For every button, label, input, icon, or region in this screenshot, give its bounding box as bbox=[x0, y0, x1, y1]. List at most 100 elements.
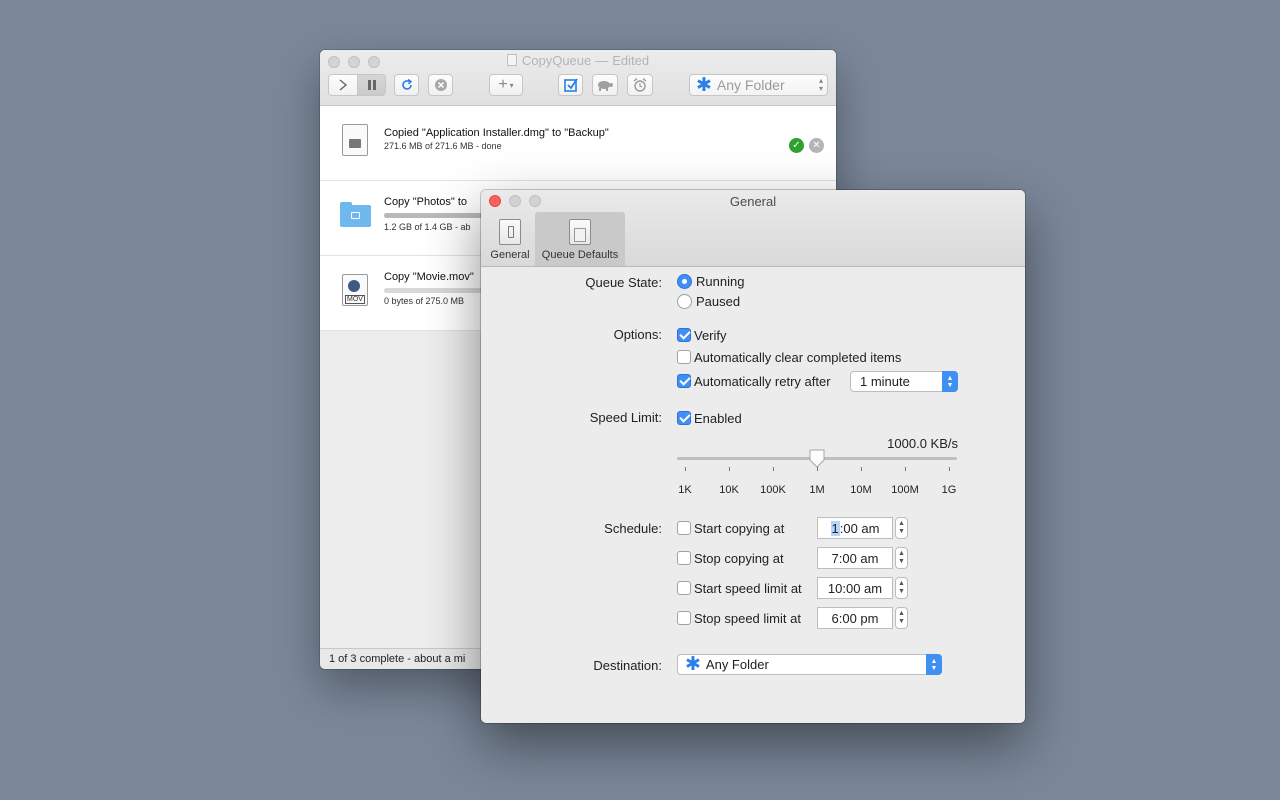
tab-general[interactable]: General bbox=[485, 212, 535, 266]
auto-clear-checkbox[interactable] bbox=[677, 350, 691, 364]
start-speed-limit-label[interactable]: Start speed limit at bbox=[694, 581, 802, 596]
pause-icon bbox=[367, 80, 376, 90]
cancel-icon bbox=[434, 79, 447, 91]
speed-limit-enabled-checkbox[interactable] bbox=[677, 411, 691, 425]
options-label: Options: bbox=[613, 327, 662, 342]
stop-speed-limit-checkbox[interactable] bbox=[677, 611, 691, 625]
asterisk-icon: ✱ bbox=[685, 654, 701, 675]
window-title-edited: Edited bbox=[612, 53, 650, 68]
tab-queue-defaults[interactable]: Queue Defaults bbox=[535, 212, 625, 266]
stop-speed-limit-time-field[interactable]: 6:00 pm bbox=[817, 607, 893, 629]
slider-tick bbox=[949, 467, 950, 471]
destination-select[interactable]: ✱ Any Folder ▲ ▼ bbox=[677, 654, 942, 675]
start-copying-hour: 1 bbox=[830, 520, 840, 536]
speed-limit-label: Speed Limit: bbox=[589, 410, 662, 425]
start-copying-time-field[interactable]: 1:00 am bbox=[817, 517, 893, 539]
speed-limit-button[interactable] bbox=[592, 74, 618, 96]
tab-queue-defaults-label: Queue Defaults bbox=[541, 249, 619, 261]
cancel-button[interactable] bbox=[428, 74, 453, 96]
play-button[interactable] bbox=[329, 75, 357, 95]
start-speed-limit-time-field[interactable]: 10:00 am bbox=[817, 577, 893, 599]
start-copying-stepper[interactable]: ▲ ▼ bbox=[895, 517, 908, 539]
updown-icon: ▴ ▾ bbox=[818, 76, 823, 93]
folder-filter-select[interactable]: ✱ Any Folder ▴ ▾ bbox=[689, 74, 828, 96]
pause-button[interactable] bbox=[357, 75, 385, 95]
verify-label[interactable]: Verify bbox=[694, 328, 727, 343]
updown-icon: ▲ ▼ bbox=[942, 371, 958, 392]
stop-copying-checkbox[interactable] bbox=[677, 551, 691, 565]
start-speed-limit-stepper[interactable]: ▲ ▼ bbox=[895, 577, 908, 599]
folder-icon bbox=[340, 202, 371, 227]
queue-item-title: Copy "Photos" to bbox=[384, 196, 468, 208]
slider-tick-label: 10K bbox=[719, 484, 739, 496]
main-titlebar: CopyQueue — Edited + ▾ ✱ Any Folder ▴ ▾ bbox=[320, 50, 836, 106]
add-menu-button[interactable]: + ▾ bbox=[489, 74, 523, 96]
start-copying-time-rest: :00 am bbox=[839, 520, 880, 536]
destination-value: Any Folder bbox=[705, 657, 769, 672]
start-copying-label[interactable]: Start copying at bbox=[694, 521, 784, 536]
stop-copying-time-field[interactable]: 7:00 am bbox=[817, 547, 893, 569]
speed-limit-value: 1000.0 KB/s bbox=[887, 436, 958, 451]
chevron-right-icon bbox=[339, 79, 348, 91]
speed-limit-slider-knob[interactable] bbox=[809, 449, 825, 468]
stop-copying-label[interactable]: Stop copying at bbox=[694, 551, 784, 566]
retry-interval-select[interactable]: 1 minute ▲ ▼ bbox=[850, 371, 958, 392]
queue-item-title: Copy "Movie.mov" bbox=[384, 271, 474, 283]
schedule-button[interactable] bbox=[627, 74, 653, 96]
slider-tick bbox=[861, 467, 862, 471]
running-label[interactable]: Running bbox=[696, 274, 744, 289]
folder-filter-value: Any Folder bbox=[716, 77, 785, 93]
stop-speed-limit-stepper[interactable]: ▲ ▼ bbox=[895, 607, 908, 629]
preferences-title: General bbox=[729, 194, 777, 209]
preferences-window: General General Queue Defaults Queue Sta… bbox=[481, 190, 1025, 723]
slider-tick-label: 1K bbox=[678, 484, 692, 496]
updown-icon: ▲ ▼ bbox=[926, 654, 942, 675]
paused-radio[interactable] bbox=[677, 294, 692, 309]
paused-label[interactable]: Paused bbox=[696, 294, 740, 309]
auto-clear-label[interactable]: Automatically clear completed items bbox=[694, 350, 901, 365]
remove-item-button[interactable]: ✕ bbox=[809, 138, 824, 153]
queue-item-subtitle: 0 bytes of 275.0 MB bbox=[384, 296, 465, 306]
refresh-button[interactable] bbox=[394, 74, 419, 96]
verify-checkbox[interactable] bbox=[677, 328, 691, 342]
asterisk-icon: ✱ bbox=[696, 74, 712, 96]
turtle-icon bbox=[598, 81, 613, 91]
slider-tick-label: 100K bbox=[760, 484, 786, 496]
running-radio[interactable] bbox=[677, 274, 692, 289]
speed-limit-enabled-label[interactable]: Enabled bbox=[694, 411, 742, 426]
schedule-label: Schedule: bbox=[604, 521, 662, 536]
start-speed-limit-checkbox[interactable] bbox=[677, 581, 691, 595]
slider-tick-label: 10M bbox=[850, 484, 872, 496]
queue-item-title: Copied "Application Installer.dmg" to "B… bbox=[384, 127, 609, 139]
queue-item[interactable]: Copied "Application Installer.dmg" to "B… bbox=[320, 106, 836, 181]
queue-item-subtitle: 271.6 MB of 271.6 MB - done bbox=[384, 141, 502, 151]
preferences-titlebar: General General Queue Defaults bbox=[481, 190, 1025, 267]
stop-copying-stepper[interactable]: ▲ ▼ bbox=[895, 547, 908, 569]
dmg-file-icon bbox=[342, 124, 368, 156]
document-icon bbox=[506, 54, 517, 66]
alarm-icon bbox=[633, 77, 647, 92]
chevron-down-icon: ▾ bbox=[509, 80, 514, 90]
slider-tick-label: 1M bbox=[809, 484, 825, 496]
auto-retry-label[interactable]: Automatically retry after bbox=[694, 374, 831, 389]
destination-label: Destination: bbox=[593, 658, 662, 673]
verify-button[interactable] bbox=[558, 74, 583, 96]
tab-general-label: General bbox=[490, 249, 530, 261]
slider-tick bbox=[773, 467, 774, 471]
play-pause-control[interactable] bbox=[328, 74, 386, 96]
add-label: + bbox=[498, 76, 508, 93]
slider-tick-label: 1G bbox=[941, 484, 957, 496]
auto-retry-checkbox[interactable] bbox=[677, 374, 691, 388]
refresh-icon bbox=[401, 78, 412, 90]
queue-item-subtitle: 1.2 GB of 1.4 GB - ab bbox=[384, 222, 471, 232]
stop-speed-limit-label[interactable]: Stop speed limit at bbox=[694, 611, 801, 626]
mov-file-icon: MOV bbox=[342, 274, 368, 306]
slider-tick-label: 100M bbox=[891, 484, 919, 496]
slider-tick bbox=[685, 467, 686, 471]
start-copying-checkbox[interactable] bbox=[677, 521, 691, 535]
documents-icon bbox=[569, 219, 591, 245]
queue-defaults-pane: Queue State: Running Paused Options: Ver… bbox=[481, 268, 1025, 723]
done-check-icon: ✓ bbox=[789, 138, 804, 153]
verify-icon bbox=[563, 78, 578, 92]
slider-tick bbox=[817, 467, 818, 471]
